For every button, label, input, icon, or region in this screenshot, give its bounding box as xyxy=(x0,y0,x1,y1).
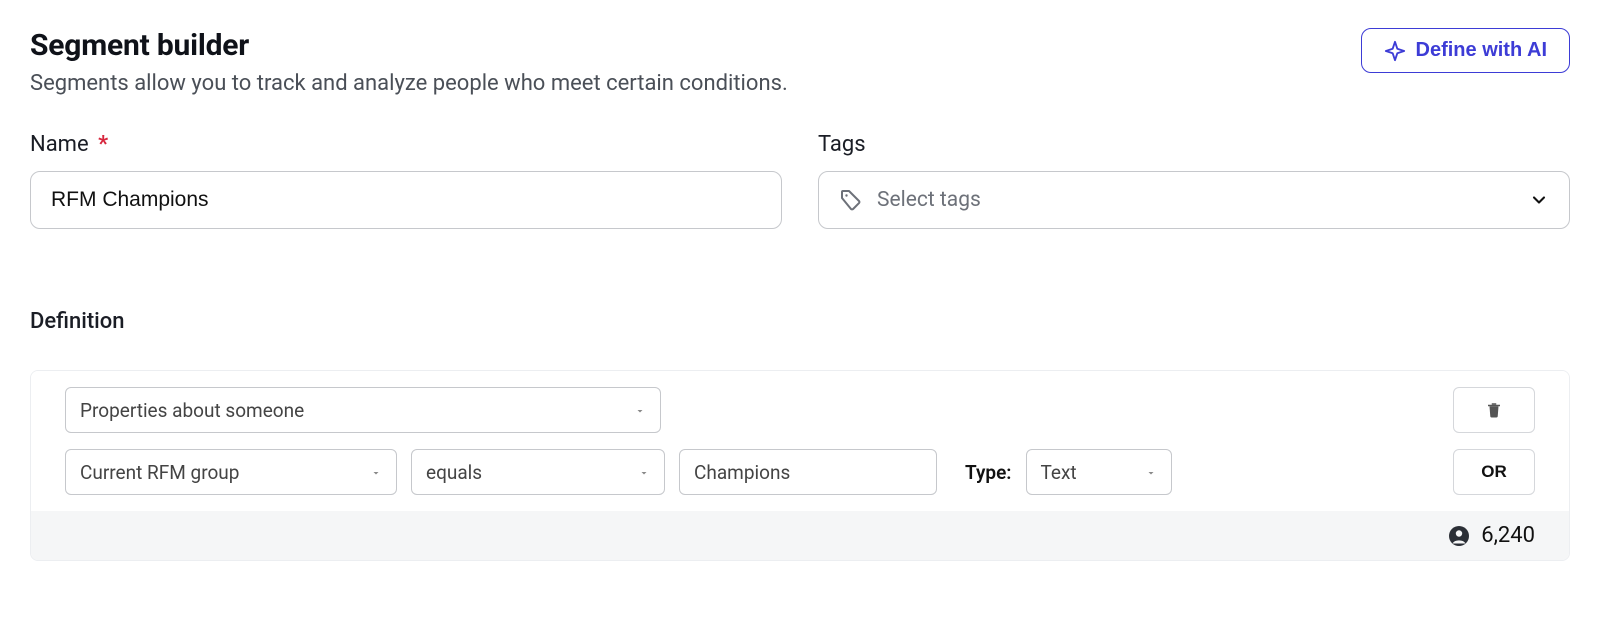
name-label: Name * xyxy=(30,132,782,157)
chevron-down-icon xyxy=(1529,190,1549,210)
type-label: Type: xyxy=(965,461,1012,484)
sparkle-icon xyxy=(1384,40,1406,62)
caret-down-icon xyxy=(1145,461,1157,484)
define-with-ai-button[interactable]: Define with AI xyxy=(1361,28,1570,73)
people-count: 6,240 xyxy=(1481,523,1535,548)
tags-placeholder: Select tags xyxy=(877,188,981,212)
definition-heading: Definition xyxy=(30,309,1570,334)
delete-condition-button[interactable] xyxy=(1453,387,1535,433)
tags-select[interactable]: Select tags xyxy=(818,171,1570,229)
or-button[interactable]: OR xyxy=(1453,449,1535,495)
define-with-ai-label: Define with AI xyxy=(1416,39,1547,62)
page-subtitle: Segments allow you to track and analyze … xyxy=(30,71,788,96)
definition-card: Properties about someone Current RFM gro… xyxy=(30,370,1570,561)
name-label-text: Name xyxy=(30,132,89,157)
caret-down-icon xyxy=(634,399,646,422)
name-input[interactable] xyxy=(30,171,782,229)
caret-down-icon xyxy=(370,461,382,484)
trash-icon xyxy=(1485,401,1503,419)
required-asterisk: * xyxy=(98,132,108,157)
operator-value: equals xyxy=(426,461,482,484)
condition-type-select[interactable]: Properties about someone xyxy=(65,387,661,433)
operator-select[interactable]: equals xyxy=(411,449,665,495)
type-select[interactable]: Text xyxy=(1026,449,1172,495)
person-icon xyxy=(1447,524,1471,548)
tag-icon xyxy=(839,188,863,212)
type-value: Text xyxy=(1041,461,1077,484)
tags-label: Tags xyxy=(818,132,1570,157)
attribute-select[interactable]: Current RFM group xyxy=(65,449,397,495)
value-text: Champions xyxy=(694,461,790,484)
condition-type-value: Properties about someone xyxy=(80,399,304,422)
page-title: Segment builder xyxy=(30,28,788,63)
attribute-value: Current RFM group xyxy=(80,461,239,484)
or-label: OR xyxy=(1481,462,1507,482)
caret-down-icon xyxy=(638,461,650,484)
value-input[interactable]: Champions xyxy=(679,449,937,495)
